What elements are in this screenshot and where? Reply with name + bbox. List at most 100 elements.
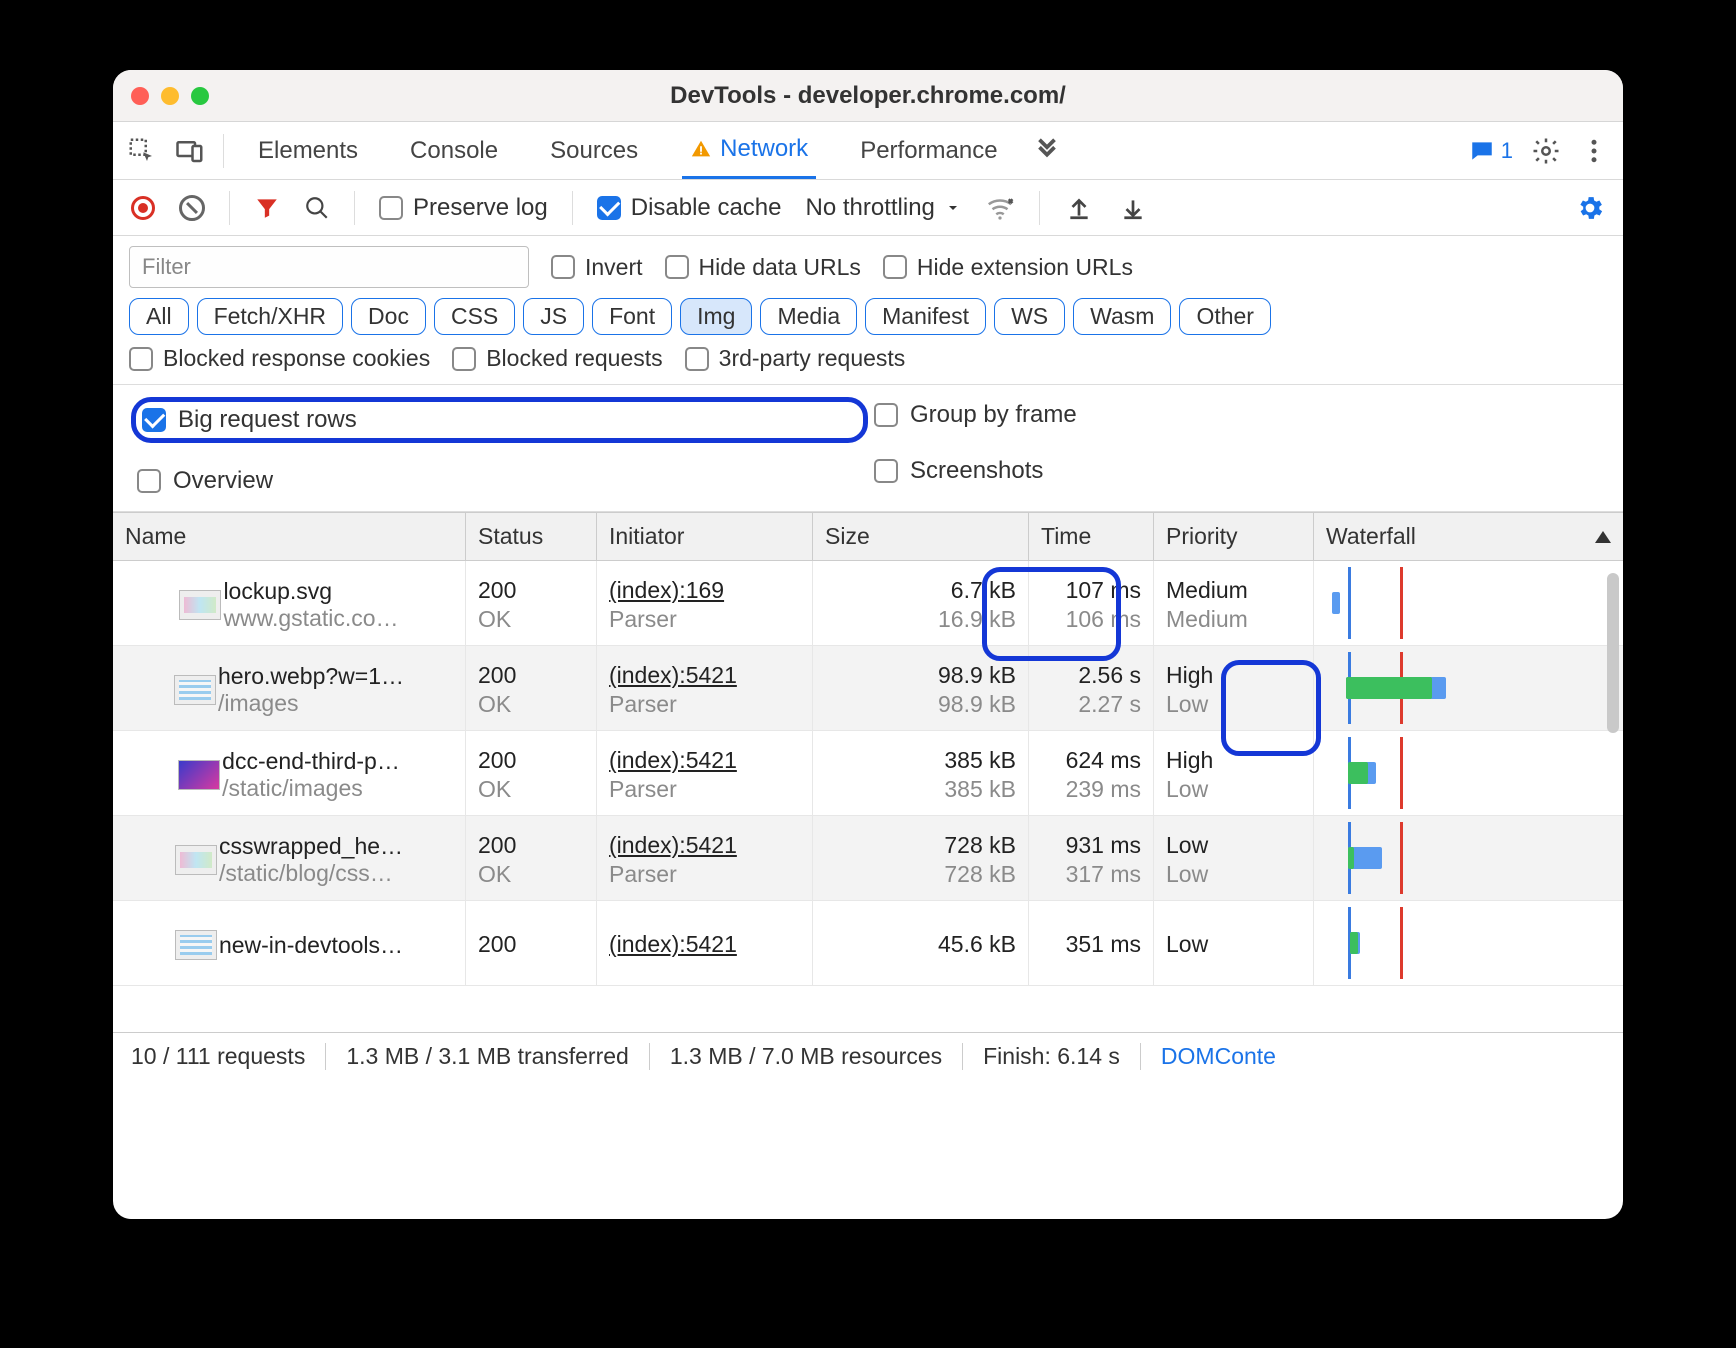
table-row[interactable]: lockup.svgwww.gstatic.co…200OK(index):16…	[113, 561, 1623, 646]
scrollbar-thumb[interactable]	[1607, 573, 1619, 733]
preserve-log-checkbox[interactable]: Preserve log	[379, 194, 548, 222]
zoom-window-button[interactable]	[191, 87, 209, 105]
table-row[interactable]: dcc-end-third-p…/static/images200OK(inde…	[113, 731, 1623, 816]
tab-console[interactable]: Console	[402, 122, 506, 179]
table-row[interactable]: new-in-devtools…200(index):542145.6 kB35…	[113, 901, 1623, 986]
hide-data-urls-checkbox[interactable]: Hide data URLs	[665, 254, 861, 281]
panel-tabstrip: Elements Console Sources Network Perform…	[113, 122, 1623, 180]
col-waterfall[interactable]: Waterfall	[1314, 513, 1623, 560]
filter-bar: Invert Hide data URLs Hide extension URL…	[113, 236, 1623, 385]
col-priority[interactable]: Priority	[1154, 513, 1314, 560]
search-icon[interactable]	[304, 195, 330, 221]
chip-js[interactable]: JS	[523, 298, 584, 335]
close-window-button[interactable]	[131, 87, 149, 105]
col-initiator[interactable]: Initiator	[597, 513, 813, 560]
upload-har-icon[interactable]	[1064, 193, 1094, 223]
status-transferred: 1.3 MB / 3.1 MB transferred	[326, 1043, 650, 1070]
record-button[interactable]	[131, 196, 155, 220]
thumbnail-icon	[175, 930, 217, 960]
status-finish: Finish: 6.14 s	[963, 1043, 1141, 1070]
big-request-rows-checkbox[interactable]: Big request rows	[131, 397, 868, 443]
waterfall-bar	[1320, 822, 1617, 894]
thumbnail-icon	[179, 590, 221, 620]
overview-checkbox[interactable]: Overview	[131, 463, 868, 499]
blocked-requests-checkbox[interactable]: Blocked requests	[452, 345, 662, 372]
chip-media[interactable]: Media	[760, 298, 857, 335]
network-conditions-icon[interactable]	[985, 193, 1015, 223]
more-tabs-icon[interactable]	[1032, 136, 1062, 166]
initiator-link[interactable]: (index):5421	[609, 832, 800, 859]
device-toolbar-icon[interactable]	[175, 136, 205, 166]
col-name[interactable]: Name	[113, 513, 466, 560]
waterfall-bar	[1320, 907, 1617, 979]
inspect-element-icon[interactable]	[127, 136, 157, 166]
message-icon	[1469, 138, 1495, 164]
panel-tabs: Elements Console Sources Network Perform…	[250, 122, 1006, 179]
waterfall-bar	[1320, 567, 1617, 639]
request-grid: Name Status Initiator Size Time Priority…	[113, 512, 1623, 1032]
chip-other[interactable]: Other	[1179, 298, 1271, 335]
request-name: dcc-end-third-p…	[222, 748, 400, 775]
initiator-link[interactable]: (index):169	[609, 577, 800, 604]
waterfall-bar	[1320, 737, 1617, 809]
request-name: hero.webp?w=1…	[218, 663, 404, 690]
blocked-cookies-checkbox[interactable]: Blocked response cookies	[129, 345, 430, 372]
chip-doc[interactable]: Doc	[351, 298, 426, 335]
chip-manifest[interactable]: Manifest	[865, 298, 986, 335]
devtools-window: DevTools - developer.chrome.com/ Element…	[113, 70, 1623, 1219]
clear-button[interactable]	[179, 195, 205, 221]
minimize-window-button[interactable]	[161, 87, 179, 105]
thumbnail-icon	[174, 675, 216, 705]
tab-network[interactable]: Network	[682, 122, 816, 179]
group-by-frame-checkbox[interactable]: Group by frame	[868, 397, 1605, 433]
status-resources: 1.3 MB / 7.0 MB resources	[650, 1043, 963, 1070]
screenshots-checkbox[interactable]: Screenshots	[868, 453, 1605, 489]
request-name: csswrapped_he…	[219, 833, 403, 860]
window-title: DevTools - developer.chrome.com/	[113, 82, 1623, 110]
warning-icon	[690, 138, 712, 160]
invert-checkbox[interactable]: Invert	[551, 254, 643, 281]
caret-down-icon	[945, 200, 961, 216]
table-row[interactable]: hero.webp?w=1…/images200OK(index):5421Pa…	[113, 646, 1623, 731]
col-time[interactable]: Time	[1029, 513, 1154, 560]
kebab-menu-icon[interactable]	[1579, 136, 1609, 166]
chip-img[interactable]: Img	[680, 298, 752, 335]
request-path: /static/images	[222, 775, 400, 802]
tab-performance[interactable]: Performance	[852, 122, 1005, 179]
settings-icon[interactable]	[1531, 136, 1561, 166]
tab-elements[interactable]: Elements	[250, 122, 366, 179]
request-name: new-in-devtools…	[219, 932, 403, 959]
thumbnail-icon	[178, 760, 220, 790]
chip-wasm[interactable]: Wasm	[1073, 298, 1171, 335]
initiator-link[interactable]: (index):5421	[609, 662, 800, 689]
chip-ws[interactable]: WS	[994, 298, 1065, 335]
hide-extension-urls-checkbox[interactable]: Hide extension URLs	[883, 254, 1133, 281]
chip-fetch-xhr[interactable]: Fetch/XHR	[197, 298, 343, 335]
status-dcl: DOMConte	[1141, 1043, 1296, 1070]
download-har-icon[interactable]	[1118, 193, 1148, 223]
table-row[interactable]: csswrapped_he…/static/blog/css…200OK(ind…	[113, 816, 1623, 901]
chip-all[interactable]: All	[129, 298, 189, 335]
filter-input[interactable]	[129, 246, 529, 288]
sort-asc-icon	[1595, 531, 1611, 543]
disable-cache-checkbox[interactable]: Disable cache	[597, 194, 782, 222]
status-bar: 10 / 111 requests 1.3 MB / 3.1 MB transf…	[113, 1032, 1623, 1080]
network-toolbar: Preserve log Disable cache No throttling	[113, 180, 1623, 236]
request-path: www.gstatic.co…	[223, 605, 398, 632]
third-party-checkbox[interactable]: 3rd-party requests	[685, 345, 906, 372]
traffic-lights	[131, 87, 209, 105]
grid-header: Name Status Initiator Size Time Priority…	[113, 513, 1623, 561]
chip-font[interactable]: Font	[592, 298, 672, 335]
throttling-select[interactable]: No throttling	[805, 194, 960, 222]
filter-icon[interactable]	[254, 195, 280, 221]
chip-css[interactable]: CSS	[434, 298, 515, 335]
titlebar: DevTools - developer.chrome.com/	[113, 70, 1623, 122]
network-settings-icon[interactable]	[1575, 193, 1605, 223]
col-status[interactable]: Status	[466, 513, 597, 560]
initiator-link[interactable]: (index):5421	[609, 931, 800, 958]
initiator-link[interactable]: (index):5421	[609, 747, 800, 774]
resource-type-chips: All Fetch/XHR Doc CSS JS Font Img Media …	[129, 298, 1607, 335]
tab-sources[interactable]: Sources	[542, 122, 646, 179]
messages-badge[interactable]: 1	[1469, 138, 1513, 164]
col-size[interactable]: Size	[813, 513, 1029, 560]
